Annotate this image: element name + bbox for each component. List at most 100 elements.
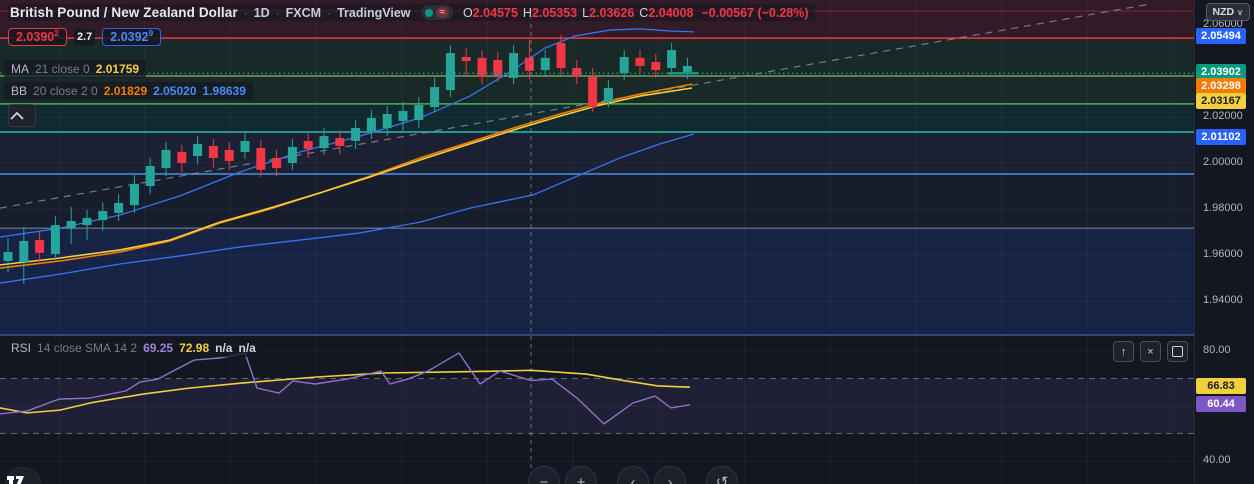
currency-dropdown[interactable]: NZD ∨ [1205,3,1250,21]
candle-body [3,252,13,261]
candle-body [556,42,566,69]
candle-body [572,68,582,77]
close-pane-button[interactable]: × [1140,341,1161,362]
pane-separator[interactable] [0,334,1254,336]
candle-body [319,136,329,149]
candle-body [19,240,29,262]
rsi-na-value-2: n/a [238,341,256,355]
open-value: 2.04575 [472,5,518,20]
spread-value: 2.7 [73,29,96,45]
chevron-down-icon: ∨ [1237,7,1243,17]
ask-value: 2.0392 [110,30,149,44]
candle-body [477,57,487,77]
chart-nav-toolbar: − + ‹ › ↺ [528,466,738,484]
close-value: 2.04008 [648,5,694,20]
candle-body [651,62,661,71]
chevron-left-icon: ‹ [630,473,636,484]
candle-body [351,128,361,141]
price-axis-label: 1.98000 [1203,202,1243,214]
bid-value: 2.0390 [16,30,55,44]
ask-sup-digit: 9 [148,28,154,38]
rsi-na-value-1: n/a [215,341,233,355]
bid-ask-row: 2.0390 2 2.7 2.0392 9 [8,28,162,46]
price-axis-label: 1.96000 [1203,248,1243,260]
price-badge: 2.01102 [1196,128,1246,145]
candle-body [240,140,250,152]
candle-body [129,183,139,206]
market-status-indicator[interactable]: ≈ [420,5,453,20]
reset-chart-button[interactable]: ↺ [706,466,738,484]
rsi-pane[interactable] [0,336,1194,484]
rsi-pane-controls: ↑ × [1113,341,1188,362]
price-badge: 2.03167 [1196,93,1246,110]
candle-body [366,117,376,132]
candle-body [224,149,234,161]
scroll-left-button[interactable]: ‹ [617,466,649,484]
candle-body [82,217,92,226]
symbol-title[interactable]: British Pound / New Zealand Dollar [10,5,238,20]
zoom-in-button[interactable]: + [565,466,597,484]
rsi-badge: 66.83 [1196,378,1246,395]
reset-icon: ↺ [715,474,729,484]
candle-body [335,137,345,146]
separator-dot: · [327,5,332,20]
candle-body [509,53,519,78]
ask-price-button[interactable]: 2.0392 9 [102,28,162,46]
legend-collapse-button[interactable] [8,104,36,127]
ma-name: MA [11,62,29,76]
exchange-label[interactable]: FXCM [286,6,321,20]
price-axis-label: 1.94000 [1203,294,1243,306]
bb-basis-value: 2.01829 [103,84,148,98]
scroll-right-button[interactable]: › [654,466,686,484]
brand-label: TradingView [337,5,411,20]
realtime-status-icon [424,8,433,17]
candle-body [66,220,76,229]
ma-value: 2.01759 [95,62,140,76]
candle-body [161,149,171,169]
maximize-icon [1172,346,1183,357]
navy-zone [0,228,1194,334]
candle-body [177,151,187,163]
candle-body [145,165,155,186]
candle-body [667,50,677,69]
main-chart-pane[interactable] [0,0,1194,334]
high-label: H [522,5,532,20]
rsi-axis-label: 80.00 [1203,344,1231,356]
price-badge: 2.03298 [1196,78,1246,95]
interval-label[interactable]: 1D [254,6,270,20]
candle-body [619,56,629,74]
rsi-params: 14 close SMA 14 2 [37,341,138,355]
candle-body [208,145,218,158]
move-pane-up-button[interactable]: ↑ [1113,341,1134,362]
bb-name: BB [11,84,28,98]
price-axis-label: 2.02000 [1203,110,1243,122]
bb-lower-value: 1.98639 [202,84,246,98]
plus-icon: + [576,473,586,484]
price-badge: 2.05494 [1196,27,1246,44]
mid-zone [0,174,1194,229]
arrow-up-icon: ↑ [1120,345,1127,358]
delayed-data-icon: ≈ [435,7,449,18]
bb-upper-value: 2.05020 [153,84,197,98]
bb-indicator-legend[interactable]: BB 20 close 2 0 2.01829 2.05020 1.98639 [4,82,253,100]
price-axis-label: 2.00000 [1203,156,1243,168]
ohlc-readout: O2.04575 H2.05353 L2.03626 C2.04008 [463,6,694,20]
candle-body [382,114,392,129]
candle-body [603,88,613,103]
candle-body [98,211,108,221]
candle-body [445,53,455,91]
maximize-pane-button[interactable] [1167,341,1188,362]
bb-params: 20 close 2 0 [33,84,98,98]
ma-indicator-legend[interactable]: MA 21 close 0 2.01759 [4,60,147,78]
candle-body [635,57,645,66]
separator-dot: · [275,5,280,20]
candle-body [524,57,534,71]
change-value: −0.00567 (−0.28%) [701,5,809,20]
bid-price-button[interactable]: 2.0390 2 [8,28,67,46]
zoom-out-button[interactable]: − [528,466,560,484]
chevron-right-icon: › [667,473,673,484]
price-axis[interactable]: NZD ∨ 2.06000 2.02000 2.00000 1.98000 1.9600… [1194,0,1254,484]
axis-border [1194,0,1195,484]
rsi-indicator-legend[interactable]: RSI 14 close SMA 14 2 69.25 72.98 n/a n/… [4,339,263,357]
rsi-axis-label: 40.00 [1203,454,1231,466]
